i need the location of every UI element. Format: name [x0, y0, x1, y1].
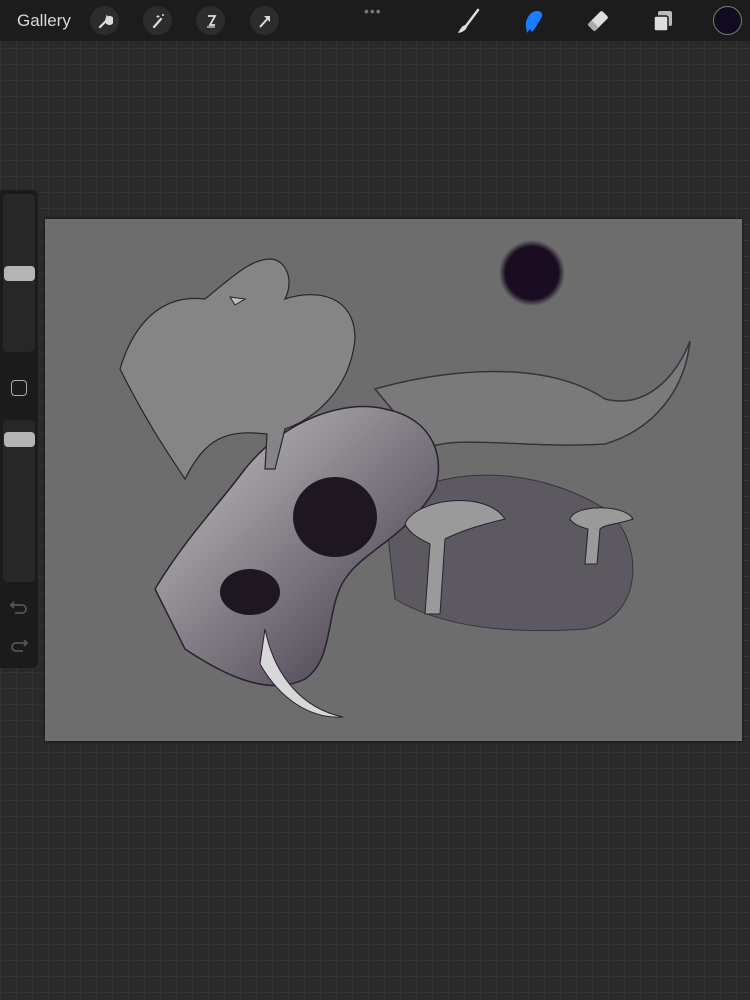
brush-tool-button[interactable]: [453, 6, 483, 36]
wrench-icon: [98, 13, 113, 28]
transform-button[interactable]: [250, 6, 279, 35]
color-picker-button[interactable]: [713, 6, 742, 35]
nose-cavity: [220, 569, 280, 615]
modify-button[interactable]: [11, 380, 27, 396]
smudge-icon: [525, 11, 542, 33]
layers-button[interactable]: [648, 6, 678, 36]
brush-size-slider[interactable]: [3, 194, 35, 352]
opacity-slider[interactable]: [3, 420, 35, 582]
layers-icon: [653, 11, 672, 32]
transform-arrow-icon: [258, 15, 270, 28]
gallery-button[interactable]: Gallery: [17, 11, 71, 31]
smudge-tool-button[interactable]: [518, 6, 548, 36]
more-options-handle[interactable]: •••: [364, 3, 382, 19]
eye-socket: [293, 477, 377, 557]
drawing-canvas[interactable]: [45, 219, 742, 741]
brush-size-thumb[interactable]: [4, 265, 35, 281]
moon: [499, 240, 565, 306]
undo-icon[interactable]: [8, 598, 30, 616]
brush-icon: [458, 8, 480, 33]
magic-wand-icon: [152, 13, 164, 28]
artwork-illustration: [119, 240, 691, 718]
eraser-icon: [588, 11, 608, 31]
selection-icon: [206, 14, 217, 28]
redo-icon[interactable]: [8, 636, 30, 654]
selection-button[interactable]: [196, 6, 225, 35]
eraser-tool-button[interactable]: [583, 6, 613, 36]
opacity-thumb[interactable]: [4, 431, 35, 447]
top-toolbar: Gallery •••: [0, 0, 750, 41]
adjustments-button[interactable]: [143, 6, 172, 35]
actions-wrench-button[interactable]: [90, 6, 119, 35]
sidebar: [0, 190, 38, 668]
